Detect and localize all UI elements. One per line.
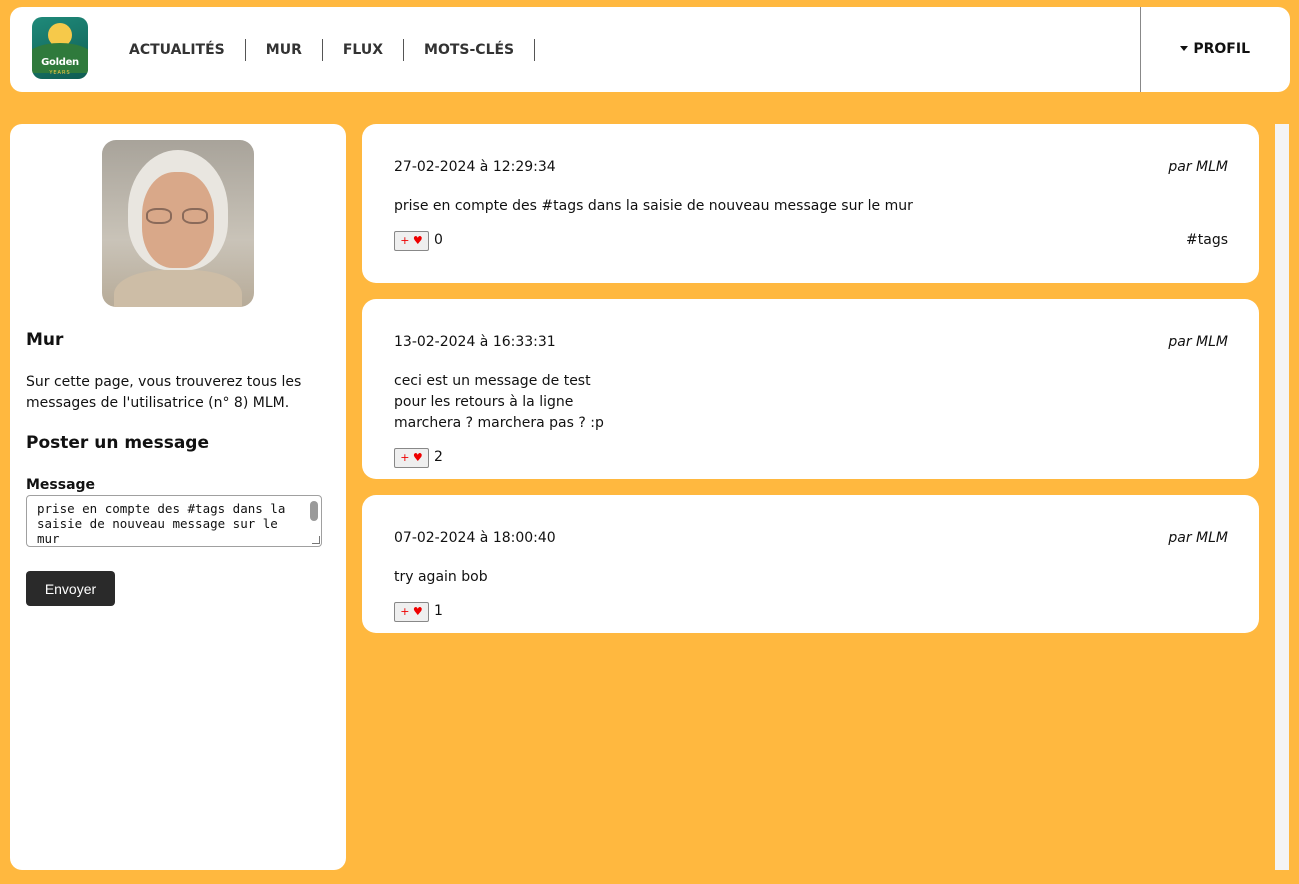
post-content: prise en compte des #tags dans la saisie… [394,198,913,214]
like-count: 1 [434,603,443,619]
like-button[interactable]: + ♥ [394,602,429,622]
post-card: 07-02-2024 à 18:00:40 par MLM try again … [362,495,1259,633]
avatar [102,140,254,307]
post-content: try again bob [394,569,488,585]
main-nav: ACTUALITÉS MUR FLUX MOTS-CLÉS [109,39,536,61]
like-button[interactable]: + ♥ [394,448,429,468]
post-author: par MLM [1168,530,1228,546]
post-date: 27-02-2024 à 12:29:34 [394,159,556,175]
like-count: 2 [434,449,443,465]
post-tag-link[interactable]: #tags [1186,232,1228,248]
nav-item-mur[interactable]: MUR [246,39,323,61]
post-author: par MLM [1168,334,1228,350]
page-title: Mur [26,330,64,350]
nav-item-actualites[interactable]: ACTUALITÉS [109,39,246,61]
post-content: ceci est un message de test pour les ret… [394,373,604,431]
profile-area: PROFIL [1140,7,1290,92]
post-form-title: Poster un message [26,433,209,453]
message-label: Message [26,477,96,493]
like-button[interactable]: + ♥ [394,231,429,251]
logo-subtext: YEARS [49,70,71,76]
page-description: Sur cette page, vous trouverez tous les … [26,374,302,411]
profile-label: PROFIL [1193,41,1250,57]
like-count: 0 [434,232,443,248]
sidebar: Mur Sur cette page, vous trouverez tous … [10,124,346,870]
post-date: 13-02-2024 à 16:33:31 [394,334,556,350]
nav-item-mots-cles[interactable]: MOTS-CLÉS [404,39,536,61]
top-header: Golden YEARS ACTUALITÉS MUR FLUX MOTS-CL… [10,7,1290,92]
profile-menu[interactable]: PROFIL [1180,41,1250,57]
post-card: 13-02-2024 à 16:33:31 par MLM ceci est u… [362,299,1259,479]
nav-item-flux[interactable]: FLUX [323,39,405,61]
send-button[interactable]: Envoyer [26,571,115,606]
page-scrollbar[interactable] [1275,124,1289,870]
avatar-body [114,270,242,307]
logo-text: Golden [41,57,79,68]
message-textarea[interactable]: prise en compte des #tags dans la saisie… [26,495,322,547]
golden-years-logo[interactable]: Golden YEARS [32,17,88,79]
post-card: 27-02-2024 à 12:29:34 par MLM prise en c… [362,124,1259,283]
caret-down-icon [1180,45,1189,51]
avatar-glasses [146,208,210,224]
textarea-scrollbar[interactable] [310,501,318,521]
post-date: 07-02-2024 à 18:00:40 [394,530,556,546]
textarea-resize-handle[interactable] [312,536,320,544]
post-author: par MLM [1168,159,1228,175]
